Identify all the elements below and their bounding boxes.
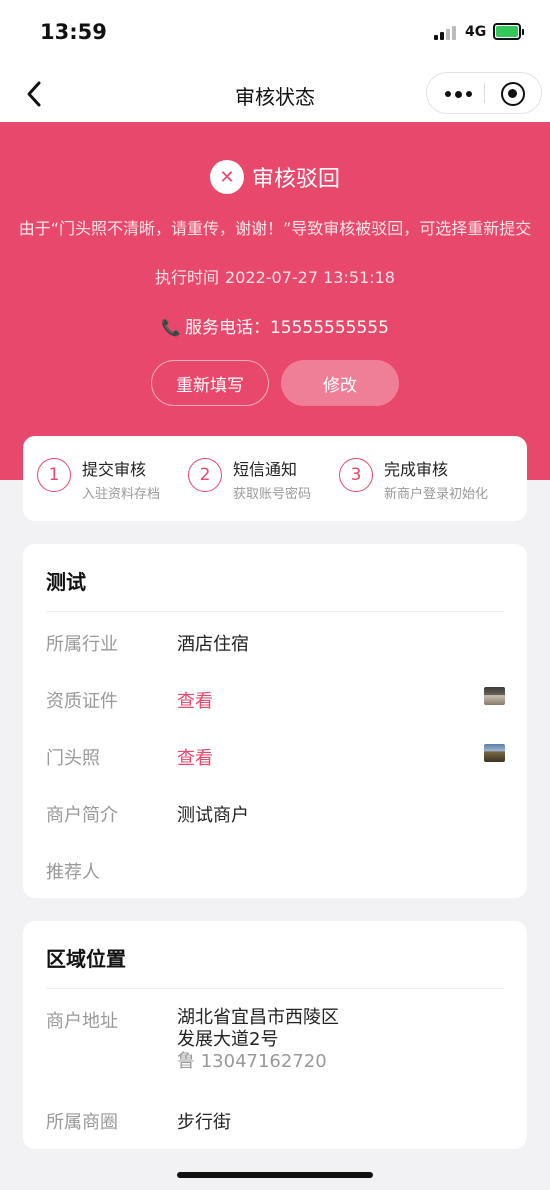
license-thumbnail[interactable] — [484, 687, 505, 705]
status-hero: ✕ 审核驳回 由于“门头照不清晰，请重传，谢谢！”导致审核被驳回，可选择重新提交… — [0, 122, 550, 480]
capsule-divider — [484, 83, 485, 103]
rejected-icon: ✕ — [209, 160, 244, 194]
reject-reason: 由于“门头照不清晰，请重传，谢谢！”导致审核被驳回，可选择重新提交 — [18, 219, 532, 238]
step-title: 完成审核 — [384, 460, 449, 479]
row-label-license: 资质证件 — [46, 691, 118, 712]
divider — [46, 988, 504, 989]
service-phone-number[interactable]: 15555555555 — [270, 318, 389, 338]
status-time: 13:59 — [40, 20, 107, 44]
refill-button[interactable]: 重新填写 — [151, 360, 269, 406]
storefront-thumbnail[interactable] — [484, 744, 505, 762]
exec-time-value: 2022-07-27 13:51:18 — [225, 268, 395, 287]
view-license-link[interactable]: 查看 — [177, 687, 213, 713]
step-number: 3 — [339, 458, 373, 492]
step-title: 提交审核 — [82, 460, 147, 479]
step-number: 1 — [37, 458, 71, 492]
row-label-district: 所属商圈 — [46, 1112, 118, 1133]
exec-time: 执行时间 2022-07-27 13:51:18 — [0, 264, 550, 288]
row-label-address: 商户地址 — [46, 1011, 118, 1032]
status-title: 审核驳回 — [251, 167, 340, 192]
status-bar: 13:59 4G — [0, 0, 550, 66]
mini-program-capsule — [426, 72, 542, 114]
more-icon[interactable] — [445, 90, 472, 98]
row-value-district: 步行街 — [177, 1112, 231, 1133]
step-title: 短信通知 — [233, 460, 298, 479]
merchant-address: 湖北省宜昌市西陵区 发展大道2号 鲁 13047162720 — [177, 1007, 339, 1073]
address-phone: 鲁 13047162720 — [177, 1051, 327, 1072]
row-label-industry: 所属行业 — [46, 634, 118, 655]
phone-icon: 📞 — [161, 318, 181, 337]
status-row: ✕ 审核驳回 — [0, 160, 550, 196]
service-phone[interactable]: 📞 服务电话：15555555555 — [0, 313, 550, 338]
row-label-referrer: 推荐人 — [46, 862, 100, 883]
step-subtitle: 入驻资料存档 — [82, 487, 161, 502]
view-storefront-link[interactable]: 查看 — [177, 744, 213, 770]
row-label-intro: 商户简介 — [46, 805, 118, 826]
step-number: 2 — [188, 458, 222, 492]
exec-time-label: 执行时间 — [155, 268, 220, 287]
address-line-1: 湖北省宜昌市西陵区 — [177, 1007, 339, 1028]
row-label-storefront: 门头照 — [46, 748, 100, 769]
row-value-intro: 测试商户 — [177, 805, 249, 826]
merchant-name: 测试 — [46, 570, 86, 594]
nav-bar: 审核状态 — [0, 66, 550, 122]
service-phone-label: 服务电话： — [184, 318, 270, 338]
close-miniprogram-icon[interactable] — [501, 82, 525, 106]
home-indicator — [177, 1172, 373, 1178]
edit-button[interactable]: 修改 — [281, 360, 399, 406]
merchant-info-card: 测试 所属行业 酒店住宿 资质证件 查看 门头照 查看 商户简介 测试商户 推荐… — [23, 544, 527, 898]
location-card: 区域位置 商户地址 湖北省宜昌市西陵区 发展大道2号 鲁 13047162720… — [23, 921, 527, 1149]
divider — [46, 611, 504, 612]
location-title: 区域位置 — [46, 947, 126, 971]
step-subtitle: 新商户登录初始化 — [384, 487, 489, 502]
review-steps: 1 提交审核 入驻资料存档 2 短信通知 获取账号密码 3 完成审核 新商户登录… — [23, 436, 527, 521]
battery-icon — [493, 23, 524, 40]
signal-icon — [434, 24, 460, 40]
step-subtitle: 获取账号密码 — [233, 487, 312, 502]
address-line-2: 发展大道2号 — [177, 1029, 279, 1050]
network-type: 4G — [465, 24, 487, 40]
row-value-industry: 酒店住宿 — [177, 634, 249, 655]
